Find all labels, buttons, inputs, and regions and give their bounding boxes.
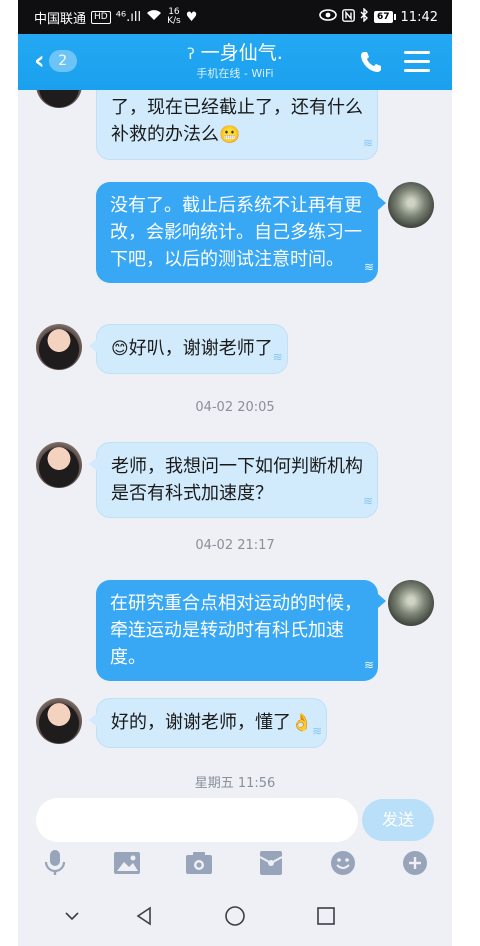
wave-icon: ≋: [363, 658, 374, 672]
chat-header: ‹ 2 ʔ 一身仙气. 手机在线 - WiFi: [18, 34, 452, 90]
phone-screen: 中国联通 HD ⁴⁶.ıll 16 K/s ♥ 67 11:42 ‹ 2 ʔ 一…: [18, 0, 452, 946]
contact-name: 一身仙气.: [200, 42, 283, 64]
mic-icon[interactable]: [40, 848, 70, 878]
message-bubble[interactable]: 好的，谢谢老师，懂了👌 ≋: [88, 698, 328, 748]
ok-hand-emoji-icon: 👌: [291, 713, 313, 733]
online-status: 手机在线 - WiFi: [196, 67, 274, 80]
grimace-emoji-icon: 😬: [219, 125, 241, 145]
timestamp: 星期五 11:56: [194, 776, 276, 790]
nfc-icon: [342, 8, 355, 26]
composer: 发送: [18, 790, 452, 884]
system-nav-bar: [18, 884, 452, 946]
timestamp: 04-02 21:17: [195, 538, 275, 553]
battery-level: 67: [374, 11, 393, 23]
back-triangle-icon[interactable]: [132, 904, 156, 928]
status-bar: 中国联通 HD ⁴⁶.ıll 16 K/s ♥ 67 11:42: [18, 0, 452, 34]
carrier-label: 中国联通: [34, 11, 87, 27]
wave-icon: ≋: [362, 494, 373, 508]
send-button[interactable]: 发送: [362, 799, 434, 841]
recents-square-icon[interactable]: [314, 904, 338, 928]
image-icon[interactable]: [112, 848, 142, 878]
message-bubble[interactable]: 老师，我想问一下如何判断机构是否有科式加速度？ ≋: [89, 442, 378, 518]
message-bubble[interactable]: 😊好叭，谢谢老师了 ≋: [89, 324, 288, 374]
smile-emoji-icon: 😊: [111, 339, 129, 359]
heart-icon: ♥: [185, 9, 198, 25]
red-packet-icon[interactable]: [256, 848, 286, 878]
clock: 11:42: [400, 9, 438, 25]
my-avatar[interactable]: [388, 182, 434, 228]
signal-icon: ⁴⁶.ıll: [115, 9, 142, 25]
eye-icon: [319, 9, 337, 25]
ear-icon: ʔ: [187, 45, 195, 63]
wave-icon: ≋: [312, 724, 323, 738]
composer-toolbar: [18, 848, 452, 882]
chevron-down-icon[interactable]: [60, 904, 84, 928]
my-avatar[interactable]: [388, 580, 434, 626]
camera-icon[interactable]: [184, 848, 214, 878]
chat-area[interactable]: 老师，我第一个板块没看就做了，现在已经截止了，还有什么补救的办法么😬 ≋ 没有了…: [18, 90, 452, 790]
call-icon[interactable]: [358, 49, 384, 75]
timestamp: 04-02 20:05: [195, 400, 275, 415]
contact-avatar[interactable]: [36, 324, 82, 370]
message-bubble[interactable]: 在研究重合点相对运动的时候，牵连运动是转动时有科氏加速度。 ≋: [96, 580, 386, 681]
home-circle-icon[interactable]: [223, 904, 247, 928]
wave-icon: ≋: [362, 136, 373, 150]
plus-icon[interactable]: [400, 848, 430, 878]
message-bubble[interactable]: 没有了。截止后系统不让再有更改，会影响统计。自己多练习一下吧，以后的测试注意时间…: [96, 182, 386, 283]
emoji-icon[interactable]: [328, 848, 358, 878]
contact-avatar[interactable]: [36, 90, 82, 108]
contact-title[interactable]: ʔ 一身仙气. 手机在线 - WiFi: [18, 40, 452, 81]
wave-icon: ≋: [363, 260, 374, 274]
wifi-icon: [146, 9, 162, 25]
wave-icon: ≋: [272, 350, 283, 364]
message-input[interactable]: [36, 798, 358, 842]
bluetooth-icon: [360, 7, 369, 26]
network-speed: 16 K/s: [167, 7, 181, 26]
battery-icon: 67: [374, 11, 396, 23]
contact-avatar[interactable]: [36, 442, 82, 488]
contact-avatar[interactable]: [36, 698, 82, 744]
menu-icon[interactable]: [404, 51, 430, 73]
message-bubble[interactable]: 老师，我第一个板块没看就做了，现在已经截止了，还有什么补救的办法么😬 ≋: [96, 90, 378, 160]
hd-badge: HD: [91, 10, 111, 24]
